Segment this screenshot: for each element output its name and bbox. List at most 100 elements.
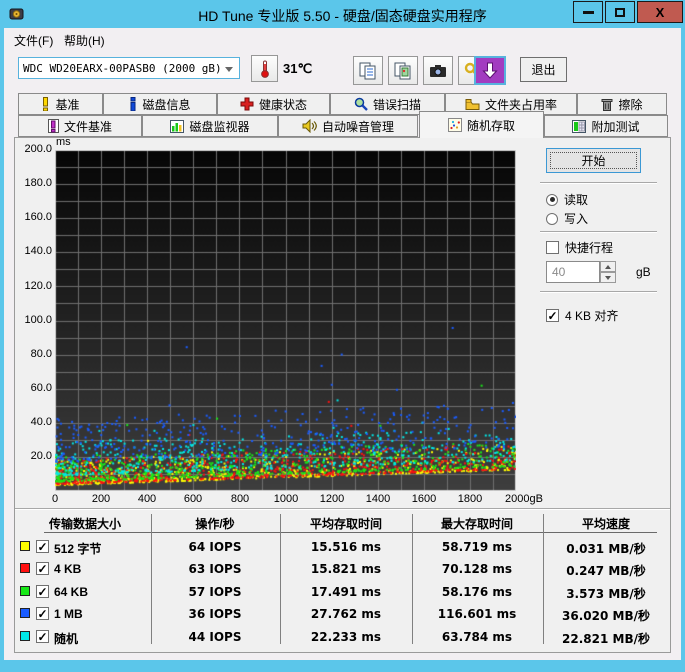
up-arrow-icon [605,264,611,269]
spin-up-button[interactable] [600,261,616,272]
tab-extra-tests[interactable]: 附加测试 [544,115,668,137]
radio-icon [546,212,558,225]
copy-image-icon [394,62,411,79]
tab-random-access[interactable]: 随机存取 [419,111,544,138]
y-tick: 80.0 [30,348,52,360]
app-window: HD Tune 专业版 5.50 - 硬盘/固态硬盘实用程序 X 文件(F) 帮… [0,0,685,672]
short-stroke-checkbox[interactable]: 快捷行程 [546,239,613,256]
tab-file-benchmark[interactable]: 文件基准 [18,115,142,137]
ops-value: 44 IOPS [188,630,242,644]
y-tick: 200.0 [24,143,52,155]
x-tick: 1400 [365,493,391,505]
tab-disk-monitor[interactable]: 磁盘监视器 [142,115,278,137]
menu-file[interactable]: 文件(F) [8,30,59,48]
series-checkbox[interactable] [36,585,49,598]
y-tick: 120.0 [24,280,52,292]
ops-value: 57 IOPS [188,585,242,599]
y-tick: 100.0 [24,314,52,326]
x-tick: 0 [51,493,59,505]
read-label: 读取 [564,193,589,207]
tab-label: 自动噪音管理 [321,119,394,134]
drive-select-value: WDC WD20EARX-00PASB0 (2000 gB) [23,61,222,75]
magnifier-icon [354,97,368,111]
checkbox-icon [546,241,559,254]
series-checkbox[interactable] [36,562,49,575]
read-radio[interactable]: 读取 [546,191,588,208]
separator [540,231,657,233]
column-divider [543,514,544,644]
save-results-button[interactable] [474,56,506,85]
series-checkbox[interactable] [36,607,49,620]
align-label: 4 KB 对齐 [565,309,619,323]
avg-value: 27.762 ms [310,607,382,621]
spin-down-button[interactable] [600,272,616,283]
x-tick: 1200 [319,493,345,505]
series-label: 1 MB [54,607,83,621]
avg-value: 15.821 ms [310,562,382,576]
tab-label: 附加测试 [591,119,640,134]
series-swatch [20,541,30,551]
minimize-icon [582,10,594,14]
close-icon: X [655,4,665,20]
series-label: 随机 [54,632,79,646]
series-label: 4 KB [54,562,82,576]
tab-label: 磁盘信息 [142,97,191,112]
col-header: 最大存取时间 [440,517,514,531]
camera-icon [430,64,446,77]
max-value: 70.128 ms [441,562,513,576]
maximize-icon [615,7,625,17]
col-header: 传输数据大小 [48,517,122,531]
tab-erase[interactable]: 擦除 [577,93,667,115]
series-swatch [20,608,30,618]
info-icon [130,97,136,111]
maximize-button[interactable] [605,1,635,23]
minimize-button[interactable] [573,1,603,23]
x-tick: 2000gB [505,493,543,505]
benchmark-icon [43,97,49,111]
start-button[interactable]: 开始 [546,148,641,173]
short-stroke-input[interactable]: 40 [546,261,600,283]
ops-value: 63 IOPS [188,562,242,576]
x-tick: 200 [91,493,111,505]
drive-select[interactable]: WDC WD20EARX-00PASB0 (2000 gB) [18,57,240,79]
tab-benchmark[interactable]: 基准 [18,93,103,115]
series-checkbox[interactable] [36,540,49,553]
tab-aam[interactable]: 自动噪音管理 [278,115,418,137]
close-button[interactable]: X [637,1,683,23]
copy-image-button[interactable] [388,56,418,85]
series-checkbox[interactable] [36,630,49,643]
max-value: 63.784 ms [441,630,513,644]
separator [540,182,657,184]
screenshot-button[interactable] [423,56,453,85]
copy-text-button[interactable] [353,56,383,85]
y-tick: 160.0 [24,211,52,223]
y-tick: 60.0 [30,382,52,394]
tab-label: 文件夹占用率 [484,97,557,112]
tab-label: 文件基准 [63,119,112,134]
x-tick: 1600 [411,493,437,505]
exit-button[interactable]: 退出 [520,57,567,82]
speed-value: 0.031 MB/秒 [566,542,646,556]
health-cross-icon [240,97,254,111]
x-tick: 400 [137,493,157,505]
write-radio[interactable]: 写入 [546,210,588,227]
series-swatch [20,586,30,596]
series-label: 64 KB [54,585,89,599]
tab-health[interactable]: 健康状态 [217,93,330,115]
col-header: 平均存取时间 [309,517,383,531]
bar-monitor-icon [170,119,185,133]
write-label: 写入 [564,212,589,226]
short-stroke-label: 快捷行程 [565,241,614,255]
tab-label: 磁盘监视器 [189,119,250,134]
checkbox-checked-icon [546,309,559,322]
temperature-button[interactable] [251,55,278,82]
extra-tests-icon [572,119,587,133]
y-tick: 140.0 [24,245,52,257]
menu-help[interactable]: 帮助(H) [58,30,111,48]
align-4kb-checkbox[interactable]: 4 KB 对齐 [546,307,618,324]
tab-label: 错误扫描 [372,97,421,112]
tab-disk-info[interactable]: 磁盘信息 [103,93,217,115]
down-arrow-icon [482,62,498,79]
speed-value: 0.247 MB/秒 [566,564,646,578]
tab-label: 随机存取 [466,118,515,133]
